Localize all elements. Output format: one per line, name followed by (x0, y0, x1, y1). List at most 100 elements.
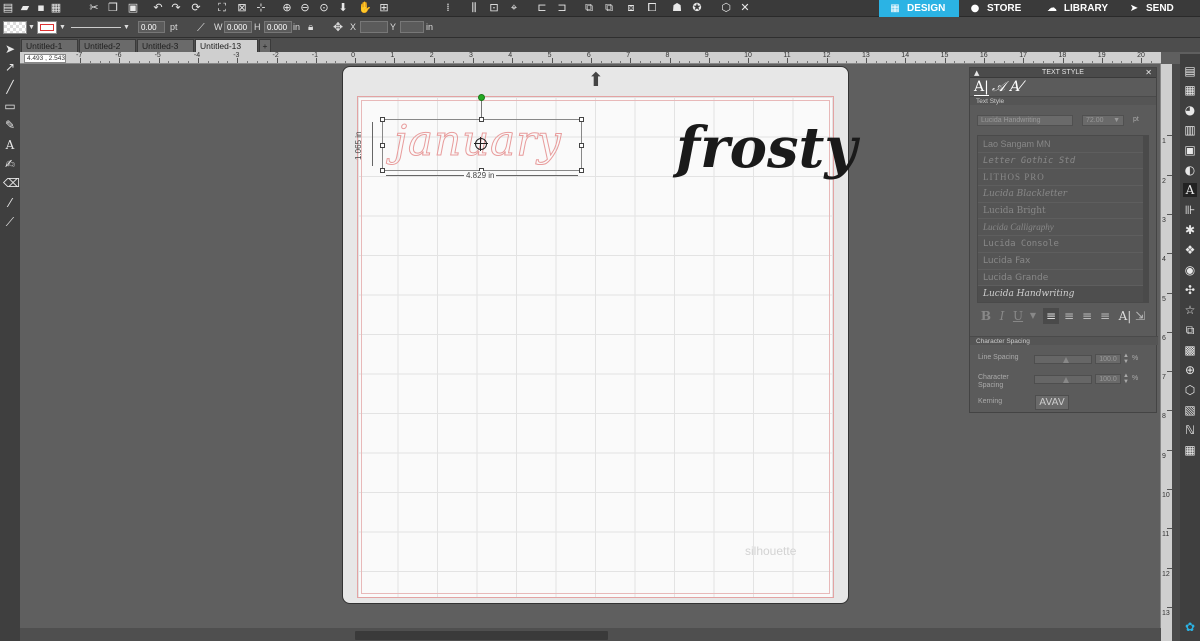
zoom-in-icon[interactable]: ⊕ (281, 2, 293, 14)
y-field[interactable] (400, 21, 424, 33)
edit-points-icon[interactable]: ⊹ (255, 2, 267, 14)
redo-icon[interactable]: ↷ (170, 2, 182, 14)
pixscan-icon[interactable]: ▩ (1183, 343, 1197, 357)
print-icon[interactable]: ▦ (50, 2, 62, 14)
weld-icon[interactable]: ⧈ (625, 2, 637, 14)
zoom-out-icon[interactable]: ⊖ (299, 2, 311, 14)
text-object-january[interactable]: january (394, 112, 584, 170)
bring-forward-icon[interactable]: ⧉ (583, 2, 595, 14)
line-tool-icon[interactable]: ╱ (3, 80, 17, 94)
crosshair-icon[interactable]: ⌖ (508, 2, 520, 14)
text-direction-icon[interactable]: A| (1117, 308, 1133, 324)
modify-icon[interactable]: ❖ (1183, 243, 1197, 257)
stepper-icon[interactable]: ▲ ▼ (1123, 353, 1129, 365)
font-icon[interactable]: ℕ (1183, 423, 1197, 437)
vertical-scrollbar[interactable] (1172, 64, 1180, 641)
line-color-icon[interactable]: ◐ (1183, 163, 1197, 177)
edit-point-icon[interactable]: ↗ (3, 60, 17, 74)
font-list-item[interactable]: Lucida Console (978, 236, 1144, 253)
save-icon[interactable]: ▪ (35, 2, 47, 14)
font-list-item[interactable]: LITHOS PRO (978, 169, 1144, 187)
knife-icon[interactable]: ⁄ (3, 196, 17, 210)
horizontal-scroll-thumb[interactable] (355, 631, 608, 640)
new-tab-button[interactable]: + (259, 39, 271, 52)
doc-tab[interactable]: Untitled-1 (21, 39, 78, 52)
align-center-icon[interactable]: ⫼ (468, 2, 480, 14)
font-list-item[interactable]: Lucida Calligraphy (978, 219, 1144, 237)
sketch-icon[interactable]: ▧ (1183, 403, 1197, 417)
chevron-down-icon[interactable]: ▼ (1113, 116, 1123, 126)
close-icon[interactable]: ✕ (1145, 68, 1152, 78)
copy-icon[interactable]: ❐ (107, 2, 119, 14)
align-right-icon[interactable]: ≡ (1079, 308, 1095, 324)
resize-handle[interactable] (579, 168, 584, 173)
new-document-icon[interactable]: ▤ (2, 2, 14, 14)
eraser-icon[interactable]: ⌫ (3, 176, 20, 190)
grid-dots-icon[interactable]: ⁞ (442, 2, 454, 14)
registration-icon[interactable]: ▦ (1183, 83, 1197, 97)
font-list-item[interactable]: Lucida Bright (978, 203, 1144, 220)
font-list-item[interactable]: Lucida Grande (978, 270, 1144, 287)
settings-gear-icon[interactable]: ✿ (1183, 620, 1197, 634)
text-flow-icon[interactable]: ⇲ (1133, 308, 1147, 324)
text-warp-tab-icon[interactable]: 𝒜 (992, 79, 1005, 95)
subtract-icon[interactable]: ⧠ (646, 2, 658, 14)
rectangle-tool-icon[interactable]: ▭ (3, 99, 17, 113)
deselect-icon[interactable]: ⊠ (236, 2, 248, 14)
resize-handle[interactable] (380, 168, 385, 173)
chevron-down-icon[interactable]: ▼ (1028, 308, 1038, 324)
paste-icon[interactable]: ▣ (127, 2, 139, 14)
transform-icon[interactable]: ⊪ (1183, 203, 1197, 217)
trace-icon[interactable]: ✣ (1183, 283, 1197, 297)
lock-icon[interactable]: 🔒︎ (308, 21, 313, 34)
refresh-icon[interactable]: ⟳ (190, 2, 202, 14)
cut-icon[interactable]: ✂ (88, 2, 100, 14)
x-field[interactable] (360, 21, 388, 33)
font-list-item[interactable]: Letter Gothic Std (978, 153, 1144, 170)
collapse-icon[interactable]: ▲ (974, 68, 979, 78)
star-shape-icon[interactable]: ✪ (691, 2, 703, 14)
pan-hand-icon[interactable]: ✋ (358, 2, 372, 14)
align-left-icon[interactable]: ≡ (1043, 308, 1059, 324)
move-down-icon[interactable]: ⬇ (337, 2, 349, 14)
fill-pattern-icon[interactable]: ▣ (1183, 143, 1197, 157)
kerning-button[interactable]: AVAV (1035, 395, 1069, 410)
group-icon[interactable]: ⊏ (536, 2, 548, 14)
width-field[interactable]: 0.000 (224, 21, 252, 33)
resize-handle[interactable] (380, 143, 385, 148)
italic-icon[interactable]: I (995, 308, 1009, 324)
3d-box-icon[interactable]: ⬡ (720, 2, 732, 14)
star-icon[interactable]: ☆ (1183, 303, 1197, 317)
line-spacing-field[interactable]: 100.0 (1095, 354, 1121, 364)
pencil-tool-icon[interactable]: ✎ (3, 118, 17, 132)
offset-icon[interactable]: ◉ (1183, 263, 1197, 277)
fill-color-icon[interactable]: ◕ (1183, 103, 1197, 117)
send-backward-icon[interactable]: ⧉ (603, 2, 615, 14)
character-spacing-field[interactable]: 100.0 (1095, 374, 1121, 384)
chevron-down-icon[interactable]: ▼ (28, 21, 35, 34)
send-tab[interactable]: ➤ SEND (1118, 0, 1200, 17)
text-object-frosty[interactable]: frosty (676, 113, 857, 198)
nesting-icon[interactable]: ▦ (1183, 443, 1197, 457)
resize-handle[interactable] (579, 117, 584, 122)
font-name-field[interactable]: Lucida Handwriting (977, 115, 1073, 126)
select-arrow-icon[interactable]: ➤ (3, 42, 17, 56)
undo-icon[interactable]: ↶ (152, 2, 164, 14)
font-list-scrollbar[interactable] (1143, 135, 1149, 303)
resize-handle[interactable] (579, 143, 584, 148)
text-edit-icon[interactable]: ✍ (3, 157, 17, 171)
font-list[interactable]: Lao Sangam MN Letter Gothic Std LITHOS P… (977, 135, 1145, 303)
resize-handle[interactable] (380, 117, 385, 122)
fill-color-swatch[interactable] (3, 21, 27, 34)
font-list-item[interactable]: Lucida Blackletter (978, 186, 1144, 203)
chevron-down-icon[interactable]: ▼ (59, 21, 66, 34)
line-color-swatch[interactable] (37, 21, 57, 34)
line-style-select[interactable] (71, 21, 121, 28)
text-path-tab-icon[interactable]: A⁄ (1010, 79, 1022, 95)
text-style-tab-icon[interactable]: A| (974, 79, 989, 96)
font-list-item[interactable]: Lao Sangam MN (978, 136, 1144, 153)
open-folder-icon[interactable]: ▰ (19, 2, 31, 14)
height-field[interactable]: 0.000 (264, 21, 292, 33)
select-all-icon[interactable]: ⛶ (216, 2, 228, 14)
stepper-icon[interactable]: ▲ ▼ (1123, 373, 1129, 385)
